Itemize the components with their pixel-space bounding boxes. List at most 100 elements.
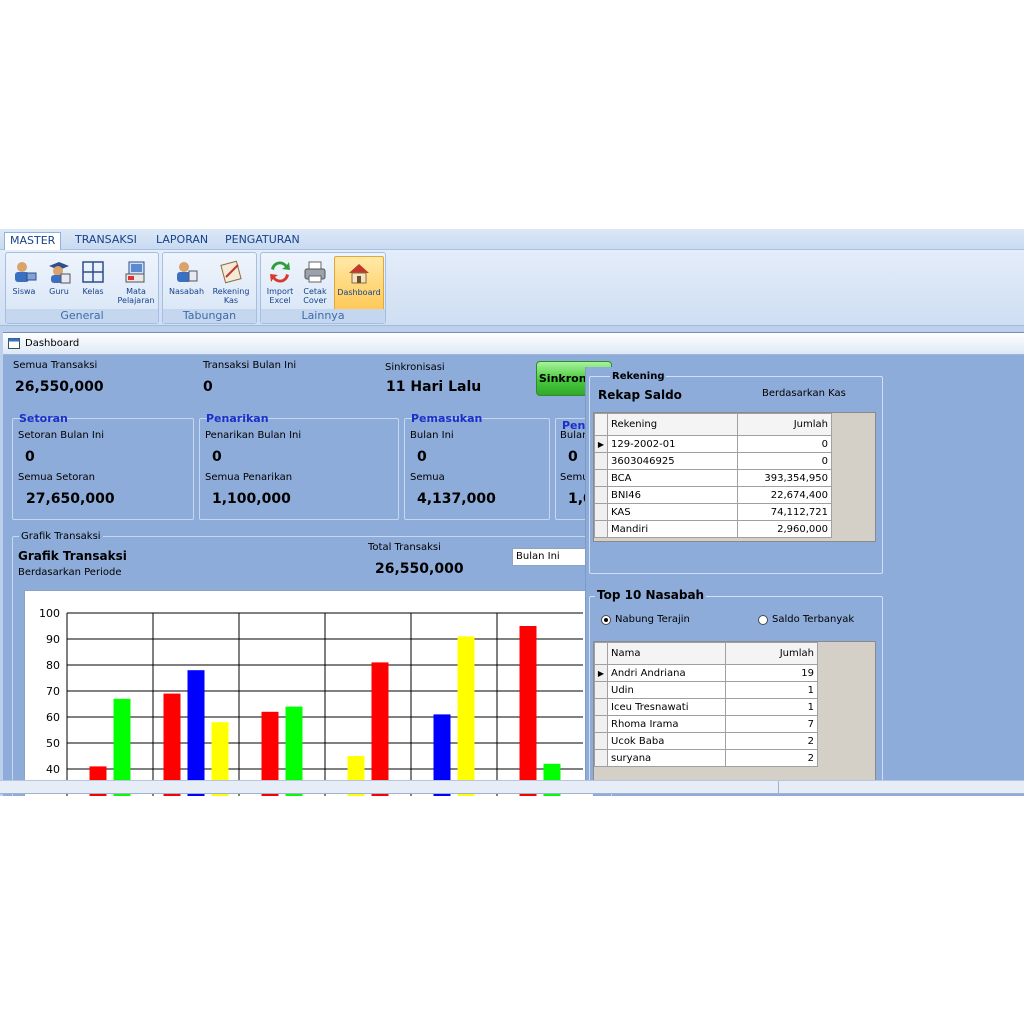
ledger-icon bbox=[220, 260, 242, 284]
top10-table: Nama Jumlah ▶ Andri Andriana 19 Udin 1 Iceu… bbox=[594, 642, 818, 767]
table-row[interactable]: Udin 1 bbox=[594, 681, 818, 699]
table-row[interactable]: BNI46 22,674,400 bbox=[594, 486, 832, 504]
dashboard-title: Dashboard bbox=[25, 338, 80, 349]
siswa-button[interactable]: Siswa bbox=[7, 256, 41, 312]
y-tick-label: 80 bbox=[46, 659, 60, 672]
ribbon-body: Siswa Guru Kelas Mata Pelajaran General … bbox=[0, 250, 1024, 326]
table-row[interactable]: Iceu Tresnawati 1 bbox=[594, 698, 818, 716]
nasabah-button[interactable]: Nasabah bbox=[169, 256, 204, 312]
table-row[interactable]: suryana 2 bbox=[594, 749, 818, 767]
rekening-group-label: Rekening bbox=[610, 371, 667, 382]
table-row[interactable]: 3603046925 0 bbox=[594, 452, 832, 470]
total-transaksi-value: 26,550,000 bbox=[375, 561, 464, 577]
rekap-saldo-table: Rekening Jumlah ▶ 129-2002-01 0 3603046925… bbox=[594, 413, 832, 538]
y-tick-label: 70 bbox=[46, 685, 60, 698]
ribbon-group-tabungan: Nasabah Rekening Kas Tabungan bbox=[162, 252, 257, 324]
ribbon-group-general: Siswa Guru Kelas Mata Pelajaran General bbox=[5, 252, 159, 324]
printer-icon bbox=[304, 261, 326, 283]
guru-button[interactable]: Guru bbox=[42, 256, 76, 312]
penarikan-bulan-ini-value: 0 bbox=[212, 449, 222, 465]
column-header-rekening[interactable]: Rekening bbox=[607, 413, 738, 436]
student-icon bbox=[15, 262, 37, 282]
table-row[interactable]: ▶ 129-2002-01 0 bbox=[594, 435, 832, 453]
chart-bar bbox=[371, 662, 389, 796]
cetak-cover-button[interactable]: Cetak Cover bbox=[298, 256, 332, 312]
semua-transaksi-label: Semua Transaksi bbox=[13, 360, 98, 371]
column-header-jumlah[interactable]: Jumlah bbox=[725, 642, 818, 665]
saldo-terbanyak-label[interactable]: Saldo Terbanyak bbox=[772, 614, 854, 625]
pemasukan-bulan-ini-value: 0 bbox=[417, 449, 427, 465]
column-header-nama[interactable]: Nama bbox=[607, 642, 726, 665]
y-tick-label: 90 bbox=[46, 633, 60, 646]
pemasukan-bulan-ini-label: Bulan Ini bbox=[410, 430, 454, 441]
table-row[interactable]: Ucok Baba 2 bbox=[594, 732, 818, 750]
penarikan-title: Penarikan bbox=[206, 412, 269, 425]
computer-book-icon bbox=[125, 261, 145, 283]
tab-laporan[interactable]: LAPORAN bbox=[151, 232, 213, 250]
sinkronisasi-label: Sinkronisasi bbox=[385, 362, 445, 373]
chart-bar bbox=[457, 636, 475, 796]
y-tick-label: 60 bbox=[46, 711, 60, 724]
y-tick-label: 50 bbox=[46, 737, 60, 750]
rekap-saldo-grid: Rekening Jumlah ▶ 129-2002-01 0 3603046925… bbox=[593, 412, 876, 542]
penarikan-panel: Penarikan Penarikan Bulan Ini 0 Semua Pe… bbox=[199, 412, 399, 520]
import-excel-icon bbox=[270, 261, 290, 283]
mata-pelajaran-button[interactable]: Mata Pelajaran bbox=[116, 256, 156, 312]
window-icon bbox=[8, 338, 20, 349]
table-row[interactable]: BCA 393,354,950 bbox=[594, 469, 832, 487]
tab-pengaturan[interactable]: PENGATURAN bbox=[220, 232, 305, 250]
chart-bar bbox=[187, 670, 205, 796]
column-header-jumlah[interactable]: Jumlah bbox=[737, 413, 832, 436]
nabung-terajin-radio[interactable] bbox=[601, 615, 611, 625]
table-row[interactable]: KAS 74,112,721 bbox=[594, 503, 832, 521]
setoran-title: Setoran bbox=[19, 412, 68, 425]
rekening-kas-button[interactable]: Rekening Kas bbox=[211, 256, 251, 312]
top10-title: Top 10 Nasabah bbox=[595, 588, 707, 602]
rekap-saldo-title: Rekap Saldo bbox=[598, 388, 682, 402]
sinkronisasi-value: 11 Hari Lalu bbox=[386, 379, 482, 395]
ribbon-tab-bar: MASTER TRANSAKSI LAPORAN PENGATURAN bbox=[0, 229, 1024, 250]
chart-bar bbox=[519, 626, 537, 796]
group-label-general: General bbox=[6, 309, 158, 323]
teacher-icon bbox=[49, 262, 71, 284]
y-tick-label: 100 bbox=[39, 607, 60, 620]
semua-pemasukan-value: 4,137,000 bbox=[417, 491, 496, 507]
right-side-panels: Rekening Rekap Saldo Berdasarkan Kas Rek… bbox=[585, 367, 1024, 780]
rekap-saldo-subtitle: Berdasarkan Kas bbox=[762, 388, 846, 399]
row-pointer-icon: ▶ bbox=[594, 664, 608, 682]
table-header-row: Nama Jumlah bbox=[594, 642, 818, 665]
table-row[interactable]: Mandiri 2,960,000 bbox=[594, 520, 832, 538]
transaksi-bulan-ini-value: 0 bbox=[203, 379, 213, 395]
setoran-bulan-ini-label: Setoran Bulan Ini bbox=[18, 430, 104, 441]
setoran-panel: Setoran Setoran Bulan Ini 0 Semua Setora… bbox=[12, 412, 194, 520]
grafik-group-label: Grafik Transaksi bbox=[19, 531, 103, 542]
penarikan-bulan-ini-label: Penarikan Bulan Ini bbox=[205, 430, 302, 441]
semua-penarikan-label: Semua Penarikan bbox=[205, 472, 293, 483]
dashboard-button[interactable]: Dashboard bbox=[334, 256, 384, 312]
pengeluaran-bulan-ini-value: 0 bbox=[568, 449, 578, 465]
transaksi-bulan-ini-label: Transaksi Bulan Ini bbox=[203, 360, 297, 371]
tab-master[interactable]: MASTER bbox=[4, 232, 62, 250]
grafik-title: Grafik Transaksi bbox=[18, 549, 127, 563]
import-excel-button[interactable]: Import Excel bbox=[263, 256, 297, 312]
top10-grid: Nama Jumlah ▶ Andri Andriana 19 Udin 1 Iceu… bbox=[593, 641, 876, 780]
grid-icon bbox=[82, 261, 104, 283]
tab-transaksi[interactable]: TRANSAKSI bbox=[70, 232, 142, 250]
saldo-terbanyak-radio[interactable] bbox=[758, 615, 768, 625]
total-transaksi-label: Total Transaksi bbox=[368, 542, 441, 553]
table-header-row: Rekening Jumlah bbox=[594, 413, 832, 436]
kelas-button[interactable]: Kelas bbox=[76, 256, 110, 312]
home-icon bbox=[349, 264, 369, 284]
semua-penarikan-value: 1,100,000 bbox=[212, 491, 291, 507]
row-pointer-icon: ▶ bbox=[594, 435, 608, 453]
table-row[interactable]: ▶ Andri Andriana 19 bbox=[594, 664, 818, 682]
chart-canvas: 40506070809010087654 bbox=[39, 607, 593, 796]
ribbon-group-lainnya: Import Excel Cetak Cover Dashboard Lainn… bbox=[260, 252, 386, 324]
period-select[interactable]: Bulan Ini bbox=[512, 548, 592, 566]
dashboard-title-bar[interactable]: Dashboard bbox=[3, 333, 1024, 355]
table-row[interactable]: Rhoma Irama 7 bbox=[594, 715, 818, 733]
pemasukan-panel: Pemasukan Bulan Ini 0 Semua 4,137,000 bbox=[404, 412, 550, 520]
customer-icon bbox=[177, 262, 198, 282]
semua-setoran-value: 27,650,000 bbox=[26, 491, 115, 507]
nabung-terajin-label[interactable]: Nabung Terajin bbox=[615, 614, 690, 625]
